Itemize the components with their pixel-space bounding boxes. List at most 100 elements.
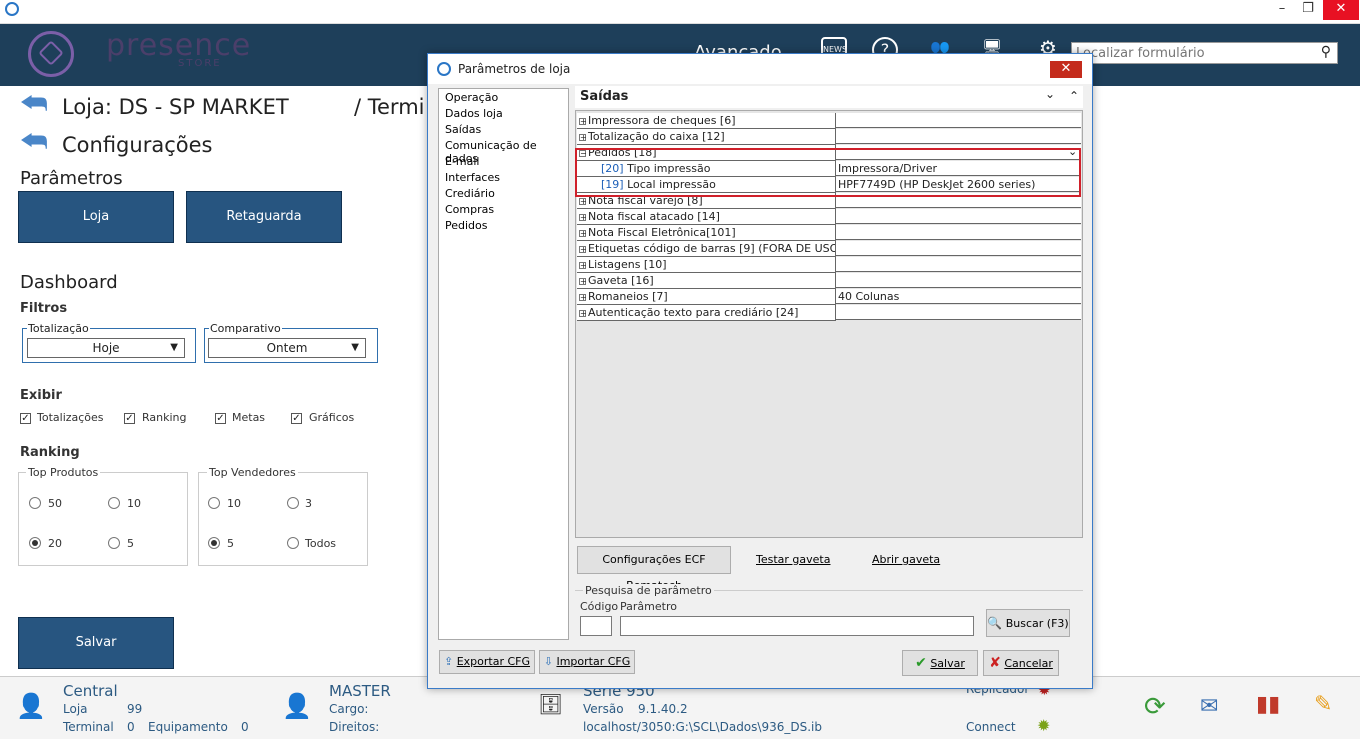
expand-icon[interactable]: + (579, 245, 587, 253)
codigo-label: Código (580, 600, 619, 613)
notes-icon[interactable]: ✎ (1314, 692, 1332, 717)
menu-item-compras[interactable]: Compras (445, 203, 494, 216)
grid-row[interactable]: +Listagens [10] (577, 257, 1081, 273)
row-value[interactable] (836, 129, 1081, 144)
collapse-all-icon[interactable]: ⌃ (1069, 89, 1079, 103)
expand-icon[interactable]: + (579, 277, 587, 285)
menu-item-crediario[interactable]: Crediário (445, 187, 495, 200)
menu-item-operacao[interactable]: Operação (445, 91, 498, 104)
versao-label: Versão (583, 702, 624, 716)
radio-tv-todos[interactable] (287, 537, 299, 549)
loja-button[interactable]: Loja (18, 191, 174, 243)
row-value[interactable] (836, 241, 1081, 256)
buscar-button[interactable]: 🔍 Buscar (F3) (986, 609, 1070, 637)
testar-gaveta-button[interactable]: Testar gaveta (756, 553, 830, 566)
back-arrow-icon[interactable]: ⮪ (20, 86, 48, 121)
parametro-input[interactable] (620, 616, 974, 636)
radio-tp-10[interactable] (108, 497, 120, 509)
grid-row[interactable]: +Autenticação texto para crediário [24] (577, 305, 1081, 321)
close-icon[interactable]: ✕ (1323, 0, 1359, 20)
totalizacao-select[interactable]: Hoje ▼ (27, 338, 185, 358)
retaguarda-button[interactable]: Retaguarda (186, 191, 342, 243)
direitos-label: Direitos: (329, 720, 380, 734)
grid-row[interactable]: +Romaneios [7] 40 Colunas (577, 289, 1081, 305)
row-value[interactable] (836, 257, 1081, 272)
exibir-title: Exibir (20, 388, 62, 403)
search-box[interactable]: ⚲ (1071, 42, 1338, 64)
search-group-label: Pesquisa de parâmetro (583, 584, 714, 597)
highlight-box (575, 148, 1081, 197)
row-value[interactable] (836, 113, 1081, 128)
dialog-title: Parâmetros de loja (458, 62, 571, 76)
parametro-label: Parâmetro (620, 600, 677, 613)
row-value[interactable] (836, 225, 1081, 240)
refresh-icon[interactable]: ⟳ (1144, 692, 1166, 722)
expand-icon[interactable]: + (579, 309, 587, 317)
ecf-bematech-button[interactable]: Configurações ECF Bematech (577, 546, 731, 592)
expand-icon[interactable]: + (579, 133, 587, 141)
grid-row[interactable]: +Impressora de cheques [6] (577, 113, 1081, 129)
maximize-icon[interactable]: ❐ (1293, 0, 1323, 20)
radio-tp-20[interactable] (29, 537, 41, 549)
grid-row[interactable]: +Nota fiscal atacado [14] (577, 209, 1081, 225)
expand-icon[interactable]: + (579, 229, 587, 237)
codigo-input[interactable] (580, 616, 612, 636)
row-name: Autenticação texto para crediário [24] (588, 306, 799, 319)
back-arrow-icon[interactable]: ⮪ (20, 124, 48, 159)
row-value[interactable] (836, 305, 1081, 320)
cancelar-button[interactable]: ✘ Cancelar (983, 650, 1059, 676)
abrir-gaveta-button[interactable]: Abrir gaveta (872, 553, 940, 566)
section-header: Saídas ⌄ ⌃ (575, 86, 1083, 108)
row-value[interactable] (836, 273, 1081, 288)
row-value[interactable]: 40 Colunas (836, 289, 1081, 304)
grid-row[interactable]: +Nota Fiscal Eletrônica[101] (577, 225, 1081, 241)
checkbox-ranking[interactable]: ✓ (124, 413, 135, 424)
grid-row[interactable]: +Etiquetas código de barras [9] (FORA DE… (577, 241, 1081, 257)
radio-tp-5[interactable] (108, 537, 120, 549)
radio-tv-3[interactable] (287, 497, 299, 509)
buscar-label: Buscar (F3) (1005, 617, 1069, 630)
top-vendedores-label: Top Vendedores (207, 466, 298, 479)
menu-item-saidas[interactable]: Saídas (445, 123, 481, 136)
menu-item-email[interactable]: E-mail (445, 155, 480, 168)
expand-all-icon[interactable]: ⌄ (1045, 87, 1055, 101)
radio-tv-10[interactable] (208, 497, 220, 509)
chevron-down-icon[interactable]: ▼ (170, 339, 178, 357)
radio-label: 20 (48, 537, 62, 550)
menu-item-interfaces[interactable]: Interfaces (445, 171, 500, 184)
expand-icon[interactable]: + (579, 261, 587, 269)
checkbox-graficos[interactable]: ✓ (291, 413, 302, 424)
grid-row[interactable]: +Totalização do caixa [12] (577, 129, 1081, 145)
checkbox-totalizacoes[interactable]: ✓ (20, 413, 31, 424)
app-icon (5, 2, 19, 16)
chevron-down-icon[interactable]: ▼ (351, 339, 359, 357)
row-name: Nota Fiscal Eletrônica[101] (588, 226, 736, 239)
radio-label: 3 (305, 497, 312, 510)
expand-icon[interactable]: + (579, 117, 587, 125)
expand-icon[interactable]: + (579, 213, 587, 221)
radio-tp-50[interactable] (29, 497, 41, 509)
checkbox-label: Ranking (142, 411, 187, 424)
salvar-dialog-button[interactable]: ✔ Salvar (902, 650, 978, 676)
row-value[interactable] (836, 209, 1081, 224)
menu-item-dados-loja[interactable]: Dados loja (445, 107, 503, 120)
dialog-close-icon[interactable]: ✕ (1050, 61, 1082, 78)
expand-icon[interactable]: + (579, 197, 587, 205)
importar-cfg-button[interactable]: ⇩ Importar CFG (539, 650, 635, 674)
row-name: Romaneios [7] (588, 290, 668, 303)
checkbox-label: Gráficos (309, 411, 355, 424)
search-input[interactable] (1072, 43, 1310, 63)
dashboard-title: Dashboard (20, 272, 118, 293)
search-icon[interactable]: ⚲ (1321, 44, 1331, 60)
comparativo-select[interactable]: Ontem ▼ (208, 338, 366, 358)
radio-tv-5[interactable] (208, 537, 220, 549)
grid-row[interactable]: +Gaveta [16] (577, 273, 1081, 289)
exportar-cfg-button[interactable]: ⇪ Exportar CFG (439, 650, 535, 674)
mail-icon[interactable]: ✉ (1200, 694, 1218, 719)
menu-item-pedidos[interactable]: Pedidos (445, 219, 488, 232)
chart-icon[interactable]: ▮▮ (1256, 692, 1280, 717)
radio-label: 5 (127, 537, 134, 550)
checkbox-metas[interactable]: ✓ (215, 413, 226, 424)
salvar-button[interactable]: Salvar (18, 617, 174, 669)
expand-icon[interactable]: + (579, 293, 587, 301)
